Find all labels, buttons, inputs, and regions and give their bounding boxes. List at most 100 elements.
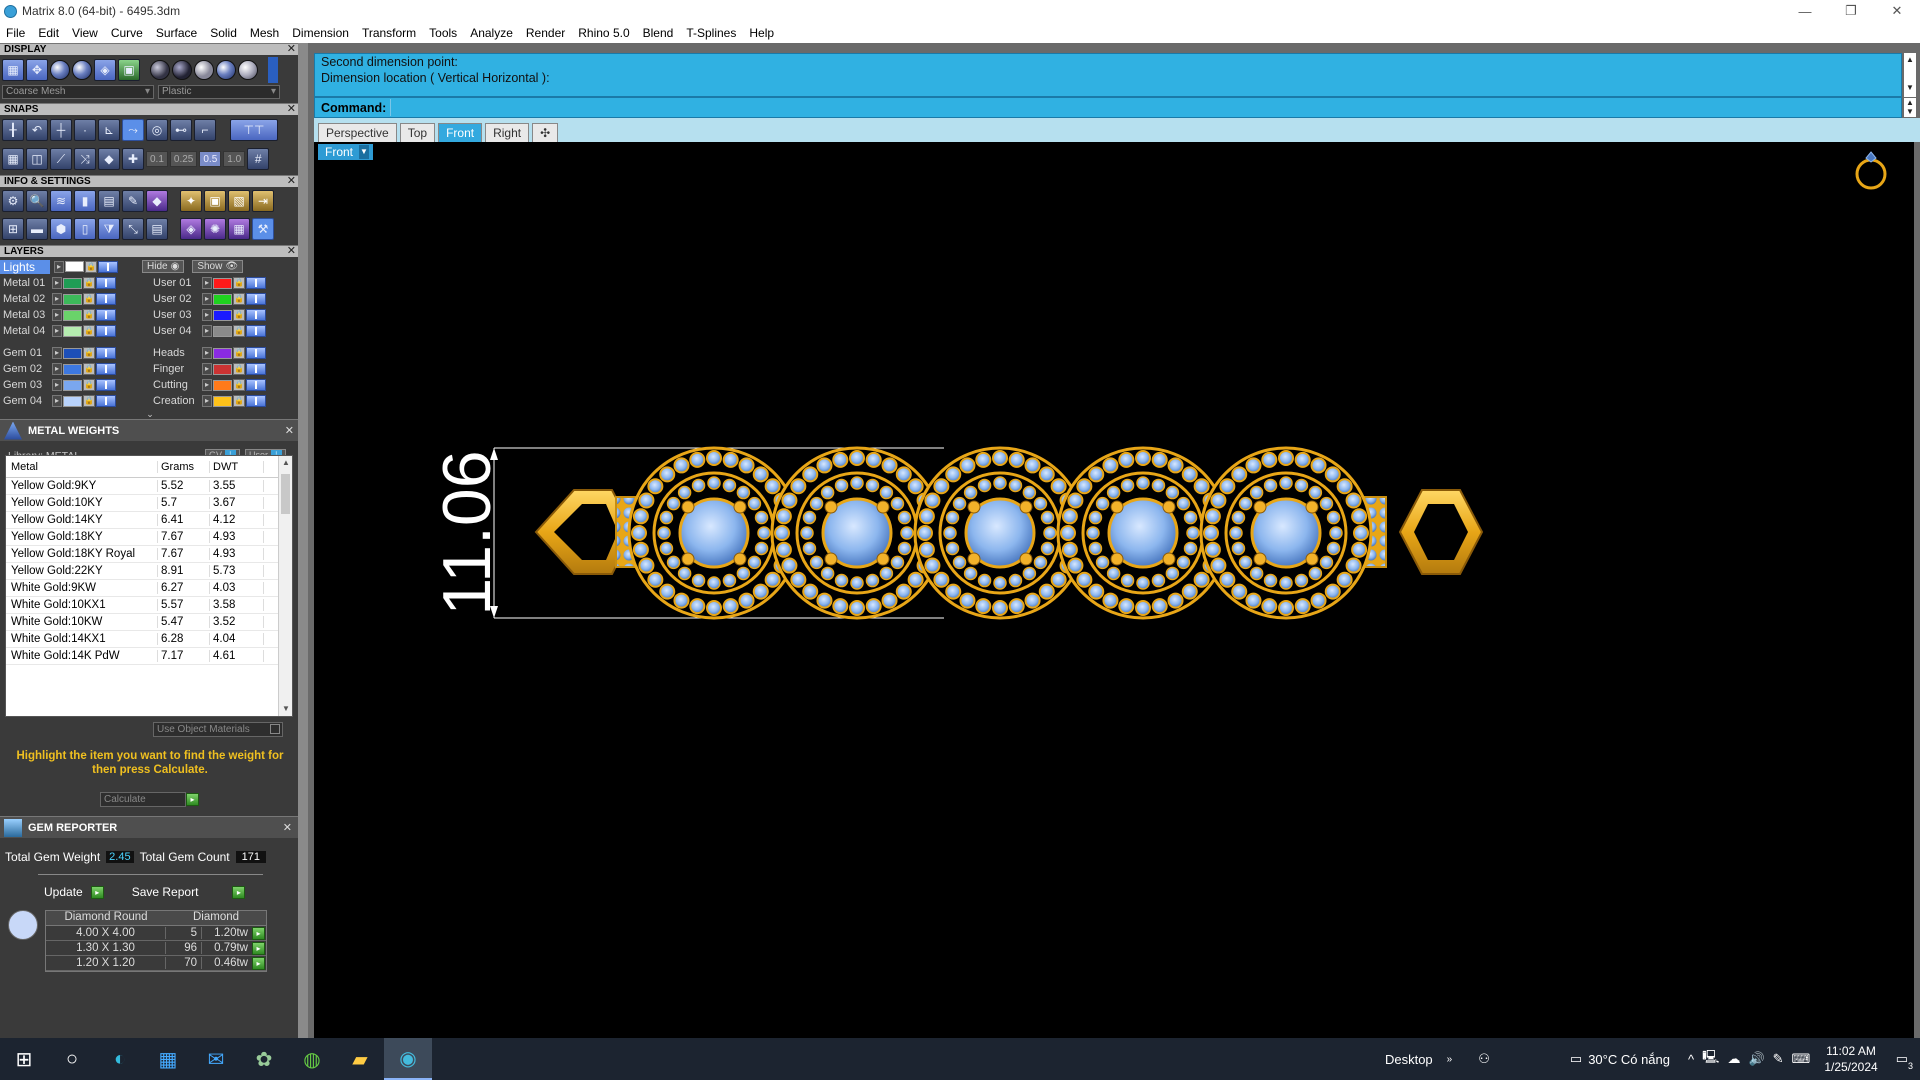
layer-color-swatch[interactable] [63, 309, 82, 321]
close-icon[interactable]: ✕ [285, 424, 294, 437]
show-all-button[interactable]: Show 👁 [192, 260, 244, 273]
shaded-grid-icon[interactable]: ✥ [26, 59, 48, 81]
camera-view-icon[interactable]: ◈ [94, 59, 116, 81]
layer-visibility-bar[interactable] [246, 309, 266, 321]
gem-row[interactable]: 1.20 X 1.20 70 0.46tw ▸ [46, 956, 266, 971]
lock-icon[interactable]: 🔒 [233, 309, 245, 321]
material-sphere-4-icon[interactable] [216, 60, 236, 80]
layer-name[interactable]: User 03 [150, 309, 202, 321]
close-icon[interactable]: ✕ [287, 245, 296, 257]
expand-icon[interactable]: ▸ [52, 309, 62, 321]
pen-icon[interactable]: ✎ [1773, 1051, 1784, 1067]
lock-icon[interactable]: 🔒 [85, 260, 97, 273]
document-icon[interactable]: ▤ [98, 190, 120, 212]
minimize-panel-icon[interactable]: ▬ [26, 218, 48, 240]
material-select[interactable]: Plastic [158, 85, 280, 99]
layer-color-swatch[interactable] [213, 379, 232, 391]
command-spinner[interactable]: ▲ ▼ [1904, 98, 1916, 117]
menu-solid[interactable]: Solid [210, 26, 237, 40]
panel-splitter[interactable] [298, 43, 308, 1038]
snap-end-icon[interactable]: ╂ [2, 119, 24, 141]
layer-name[interactable]: Heads [150, 347, 202, 359]
snap-tangent-icon[interactable]: ⤳ [122, 119, 144, 141]
layer-name[interactable]: Gem 01 [0, 347, 52, 359]
menu-rhino[interactable]: Rhino 5.0 [578, 26, 629, 40]
layer-visibility-bar[interactable] [246, 347, 266, 359]
cylinder-icon[interactable]: ▮ [74, 190, 96, 212]
lock-icon[interactable]: 🔒 [83, 293, 95, 305]
add-view-icon[interactable]: ✣ [532, 123, 559, 142]
layer-name[interactable]: Creation [150, 395, 202, 407]
metal-row[interactable]: White Gold:10KW 5.47 3.52 [6, 614, 292, 631]
snap-value-0-1[interactable]: 0.1 [146, 151, 168, 167]
menu-tsplines[interactable]: T-Splines [686, 26, 736, 40]
snap-point-icon[interactable]: · [74, 119, 96, 141]
sparkle-icon[interactable]: ✦ [180, 190, 202, 212]
tab-front[interactable]: Front [438, 123, 483, 142]
menu-transform[interactable]: Transform [362, 26, 416, 40]
layer-visibility-bar[interactable] [96, 309, 116, 321]
lock-icon[interactable]: 🔒 [233, 363, 245, 375]
curve-snap-icon[interactable]: ⤨ [74, 148, 96, 170]
close-icon[interactable]: ✕ [287, 43, 296, 55]
report-icon[interactable]: ▤ [146, 218, 168, 240]
weather-icon[interactable]: ▭ [1570, 1051, 1582, 1067]
layer-row[interactable]: User 01 ▸ 🔒 [150, 275, 298, 291]
shaded-sphere-icon[interactable] [50, 60, 70, 80]
chevron-up-icon[interactable]: ^ [1688, 1052, 1694, 1067]
bulb-icon[interactable]: ✺ [204, 218, 226, 240]
frame-icon[interactable]: ▣ [204, 190, 226, 212]
layer-color-swatch[interactable] [213, 277, 232, 289]
metal-row[interactable]: Yellow Gold:18KY 7.67 4.93 [6, 529, 292, 546]
menu-edit[interactable]: Edit [38, 26, 59, 40]
metal-row[interactable]: White Gold:9KW 6.27 4.03 [6, 580, 292, 597]
edit-icon[interactable]: ✎ [122, 190, 144, 212]
layer-color-swatch[interactable] [63, 395, 82, 407]
col-dwt[interactable]: DWT [210, 460, 264, 473]
lock-icon[interactable]: 🔒 [233, 379, 245, 391]
metal-row[interactable]: Yellow Gold:10KY 5.7 3.67 [6, 495, 292, 512]
menu-analyze[interactable]: Analyze [470, 26, 513, 40]
layer-name[interactable]: Gem 04 [0, 395, 52, 407]
surface-snap-icon[interactable]: ◆ [98, 148, 120, 170]
layer-visibility-bar[interactable] [96, 379, 116, 391]
metal-row[interactable]: White Gold:14KX1 6.28 4.04 [6, 631, 292, 648]
render-icon[interactable]: ◈ [180, 218, 202, 240]
lock-icon[interactable]: 🔒 [233, 277, 245, 289]
layer-color-swatch[interactable] [63, 325, 82, 337]
clock[interactable]: 11:02 AM 1/25/2024 [1824, 1043, 1877, 1075]
notification-icon[interactable]: ▭ 3 [1896, 1051, 1913, 1071]
lock-icon[interactable]: 🔒 [83, 277, 95, 289]
map-icon[interactable]: ▦ [228, 218, 250, 240]
material-sphere-3-icon[interactable] [194, 60, 214, 80]
layer-color-swatch[interactable] [213, 293, 232, 305]
layer-visibility-bar[interactable] [96, 325, 116, 337]
close-icon[interactable]: ✕ [287, 103, 296, 115]
menu-surface[interactable]: Surface [156, 26, 197, 40]
layer-row[interactable]: Gem 03 ▸ 🔒 [0, 377, 150, 393]
lock-icon[interactable]: 🔒 [83, 395, 95, 407]
network-icon[interactable]: 🖳 [1702, 1048, 1719, 1070]
update-button[interactable]: ▸ [90, 885, 104, 899]
layer-color-swatch[interactable] [213, 325, 232, 337]
tube-icon[interactable]: ▯ [74, 218, 96, 240]
layer-color-swatch[interactable] [63, 379, 82, 391]
display-slider[interactable] [268, 57, 278, 83]
layers-stack-icon[interactable]: ≋ [50, 190, 72, 212]
snap-quad-icon[interactable]: ⌐ [194, 119, 216, 141]
expand-icon[interactable]: ▸ [202, 347, 212, 359]
snap-perp-icon[interactable]: ⊾ [98, 119, 120, 141]
gem-icon[interactable]: ◆ [146, 190, 168, 212]
windows-start-icon[interactable]: ⊞ [0, 1038, 48, 1080]
layer-color-swatch[interactable] [63, 293, 82, 305]
layer-row[interactable]: Gem 01 ▸ 🔒 [0, 345, 150, 361]
layer-color-swatch[interactable] [213, 309, 232, 321]
layer-name[interactable]: Gem 03 [0, 379, 52, 391]
layer-row[interactable]: Cutting ▸ 🔒 [150, 377, 298, 393]
chevron-right-icon[interactable]: » [1447, 1054, 1453, 1065]
metal-row[interactable]: Yellow Gold:14KY 6.41 4.12 [6, 512, 292, 529]
gem-row[interactable]: 4.00 X 4.00 5 1.20tw ▸ [46, 926, 266, 941]
menu-blend[interactable]: Blend [643, 26, 674, 40]
cube-icon[interactable]: ⬢ [50, 218, 72, 240]
expand-icon[interactable]: ▸ [202, 309, 212, 321]
